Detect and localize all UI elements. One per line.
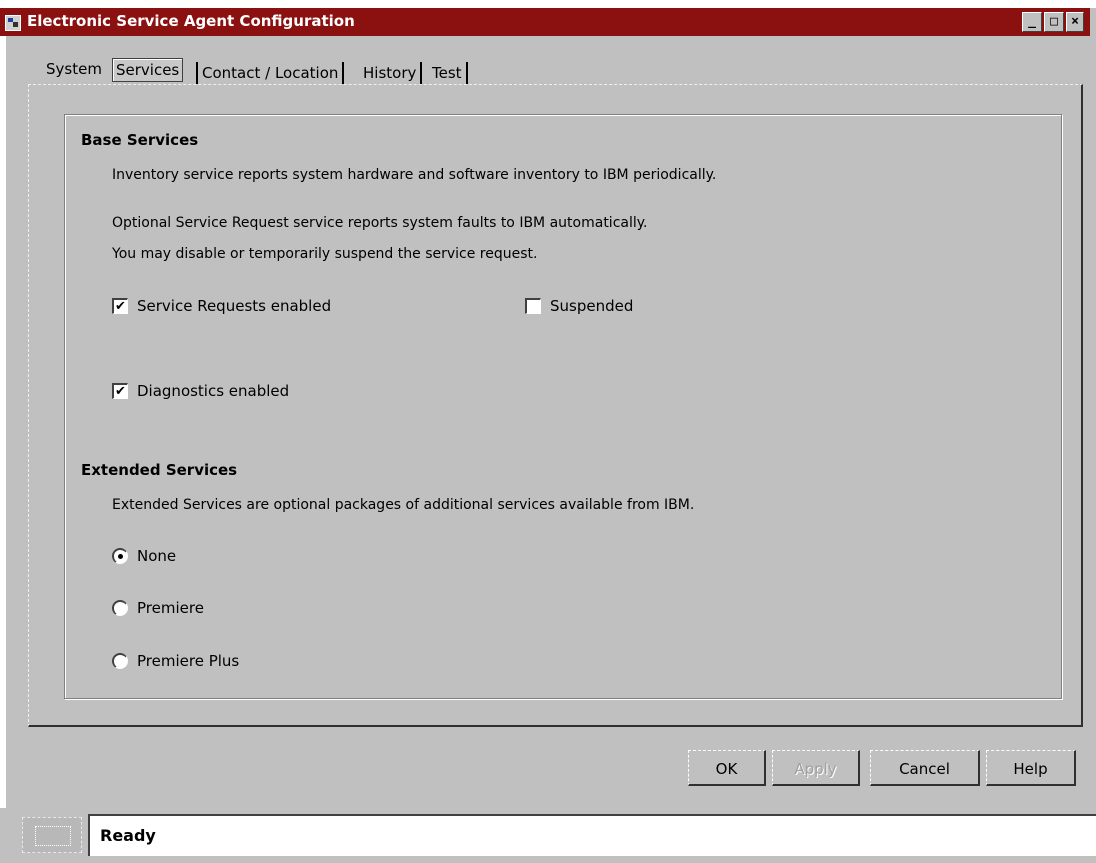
minimize-button[interactable]: _ bbox=[1022, 12, 1042, 32]
premiere-radio-label[interactable]: Premiere bbox=[137, 599, 204, 617]
none-radio[interactable] bbox=[112, 548, 128, 564]
inventory-description: Inventory service reports system hardwar… bbox=[112, 167, 717, 183]
app-icon bbox=[5, 15, 21, 31]
premiere-radio[interactable] bbox=[112, 600, 128, 616]
cancel-button[interactable]: Cancel bbox=[870, 750, 980, 786]
premiere-plus-radio[interactable] bbox=[112, 653, 128, 669]
window-title: Electronic Service Agent Configuration bbox=[27, 12, 355, 30]
help-button[interactable]: Help bbox=[986, 750, 1076, 786]
close-button[interactable]: × bbox=[1066, 12, 1084, 32]
base-services-heading: Base Services bbox=[81, 131, 199, 149]
diagnostics-label[interactable]: Diagnostics enabled bbox=[137, 382, 289, 400]
extended-services-description: Extended Services are optional packages … bbox=[112, 497, 695, 513]
status-field: Ready bbox=[88, 814, 1096, 856]
maximize-button[interactable]: □ bbox=[1044, 12, 1064, 32]
tab-test[interactable]: Test bbox=[432, 62, 468, 84]
suspend-description: You may disable or temporarily suspend t… bbox=[112, 246, 538, 262]
status-icon bbox=[22, 817, 82, 853]
tab-services[interactable]: Services bbox=[112, 58, 184, 82]
services-group-box bbox=[64, 114, 1062, 699]
apply-button[interactable]: Apply bbox=[772, 750, 860, 786]
suspended-checkbox[interactable] bbox=[525, 298, 541, 314]
ok-button[interactable]: OK bbox=[688, 750, 766, 786]
status-text: Ready bbox=[100, 826, 156, 845]
service-requests-label[interactable]: Service Requests enabled bbox=[137, 297, 331, 315]
tab-contact-location[interactable]: Contact / Location bbox=[196, 62, 345, 84]
service-request-description: Optional Service Request service reports… bbox=[112, 215, 648, 231]
none-radio-label[interactable]: None bbox=[137, 547, 176, 565]
extended-services-heading: Extended Services bbox=[81, 461, 238, 479]
suspended-label[interactable]: Suspended bbox=[550, 297, 633, 315]
diagnostics-checkbox[interactable]: ✔ bbox=[112, 383, 128, 399]
tab-history[interactable]: History bbox=[363, 62, 423, 84]
tab-system[interactable]: System bbox=[46, 58, 102, 82]
title-bar[interactable]: Electronic Service Agent Configuration _… bbox=[0, 8, 1090, 36]
service-requests-checkbox[interactable]: ✔ bbox=[112, 298, 128, 314]
premiere-plus-radio-label[interactable]: Premiere Plus bbox=[137, 652, 239, 670]
